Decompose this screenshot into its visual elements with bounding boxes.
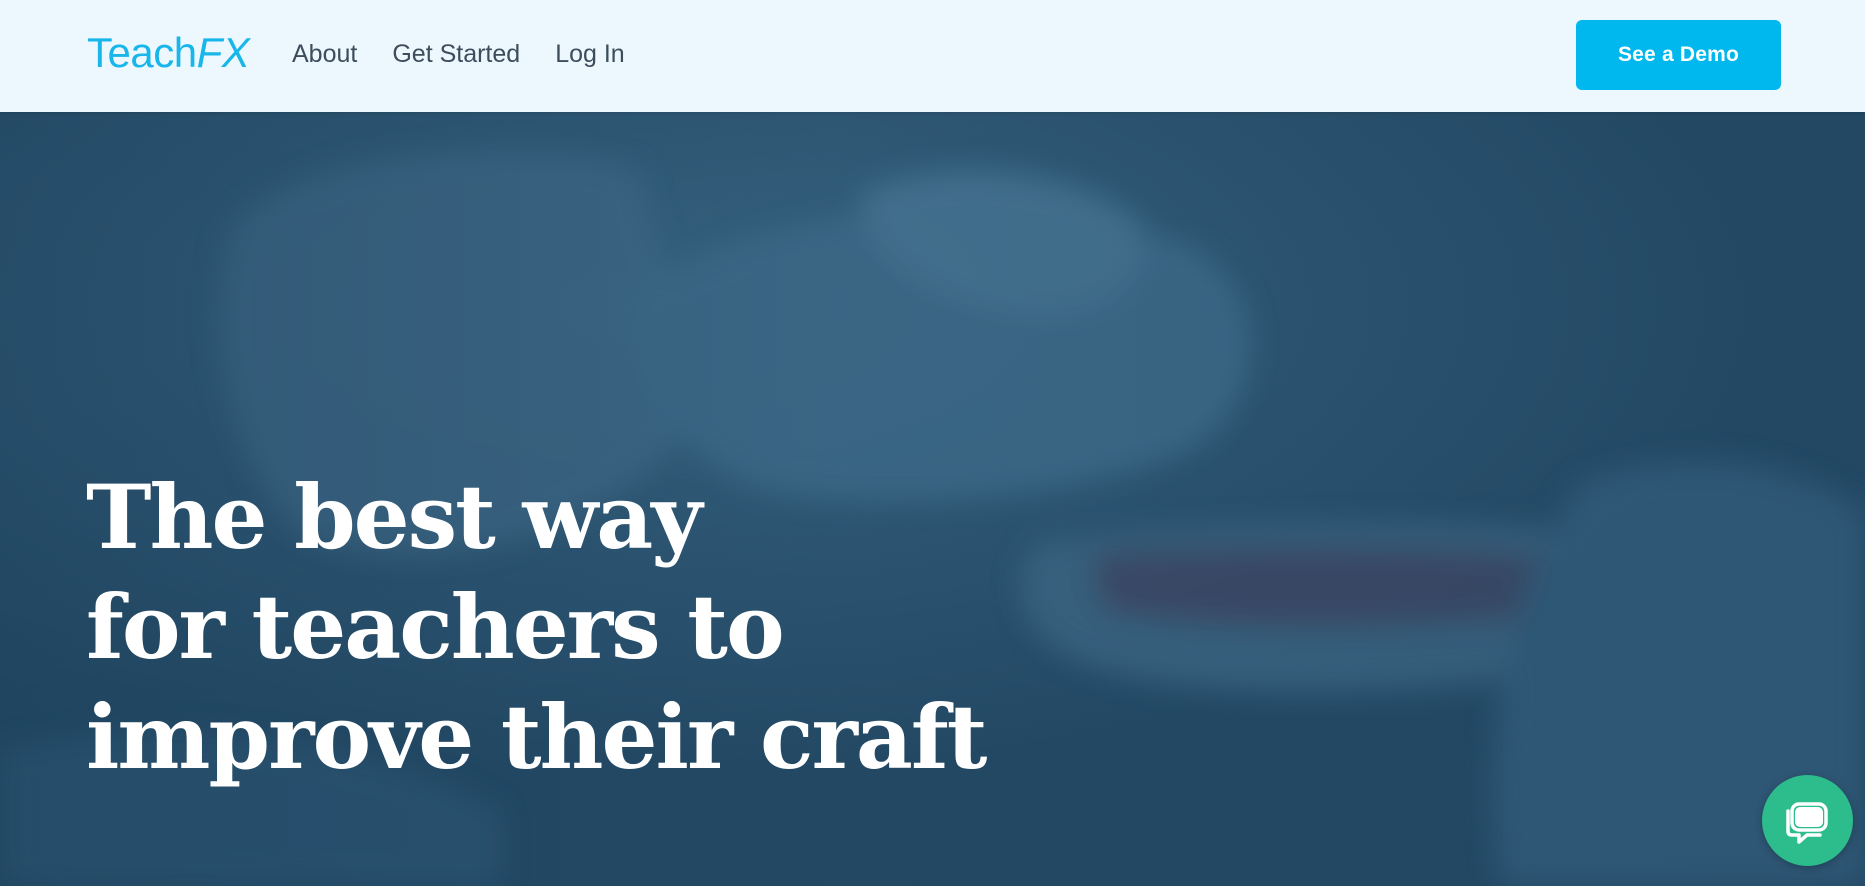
headline-line: improve their craft (86, 685, 987, 789)
chat-bubble-icon (1785, 801, 1828, 844)
hero-section: The best way for teachers to improve the… (0, 112, 1865, 886)
hero-headline: The best way for teachers to improve the… (86, 462, 987, 792)
logo-text-teach: Teach (87, 29, 197, 76)
chat-launcher-button[interactable] (1762, 775, 1853, 866)
site-header: Teach FX About Get Started Log In See a D… (0, 0, 1865, 112)
nav-link-log-in[interactable]: Log In (555, 36, 625, 72)
main-nav: About Get Started Log In (292, 36, 660, 72)
teachfx-logo[interactable]: Teach FX (87, 28, 250, 78)
logo-text-fx: FX (196, 29, 250, 76)
see-a-demo-button[interactable]: See a Demo (1576, 20, 1781, 90)
nav-link-about[interactable]: About (292, 36, 357, 72)
headline-line: The best way (86, 465, 702, 569)
nav-link-get-started[interactable]: Get Started (392, 36, 520, 72)
headline-line: for teachers to (86, 575, 785, 679)
